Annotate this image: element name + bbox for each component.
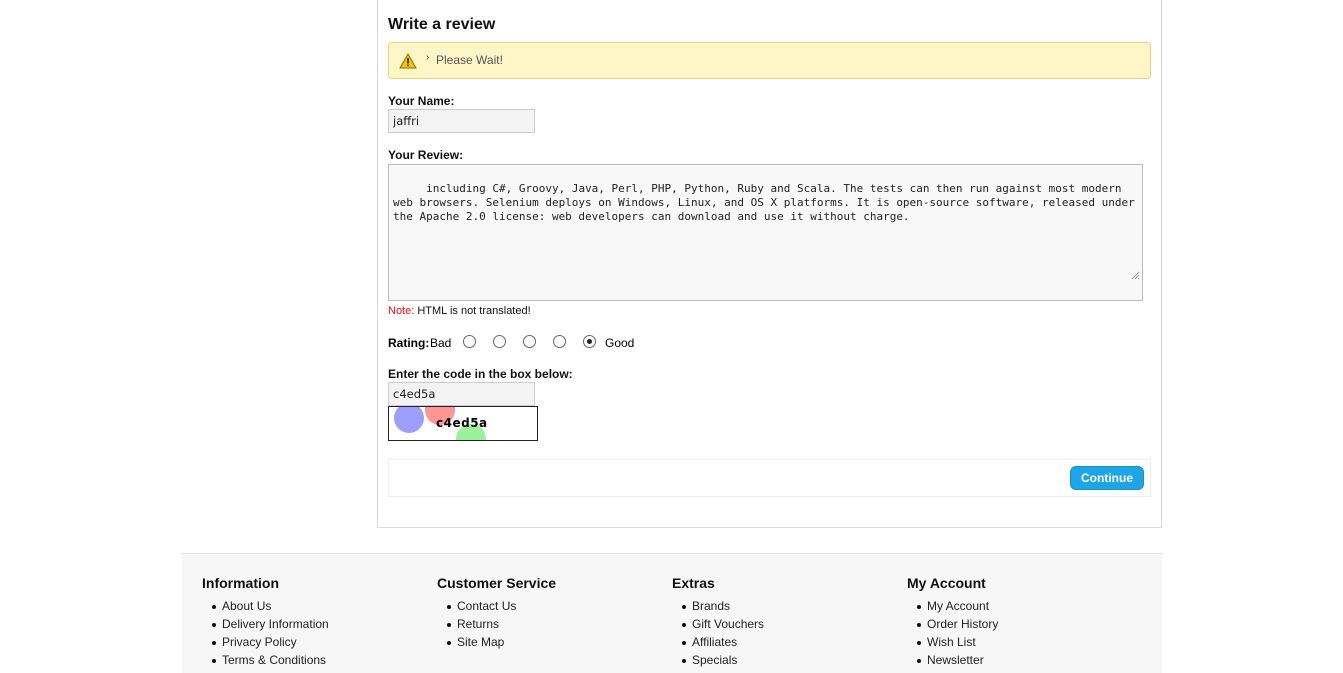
footer-heading: Extras (672, 575, 715, 591)
footer-column-customer-service: Customer Service Contact Us Returns Site… (437, 575, 657, 653)
warning-icon (399, 52, 417, 72)
footer-heading: My Account (907, 575, 986, 591)
resize-grip-icon[interactable] (1091, 256, 1140, 298)
footer-column-extras: Extras Brands Gift Vouchers Affiliates S… (672, 575, 892, 671)
footer-link[interactable]: Gift Vouchers (672, 617, 892, 635)
footer-heading: Information (202, 575, 279, 591)
rating-radio-4[interactable] (553, 335, 566, 348)
continue-button[interactable]: Continue (1070, 466, 1144, 490)
rating-label: Rating: (388, 336, 430, 350)
review-textarea[interactable]: including C#, Groovy, Java, Perl, PHP, P… (388, 164, 1143, 301)
button-bar: Continue (388, 459, 1151, 497)
rating-bad-label: Bad (430, 336, 452, 350)
footer-column-information: Information About Us Delivery Informatio… (202, 575, 422, 671)
footer-link[interactable]: Privacy Policy (202, 635, 422, 653)
footer-link[interactable]: Contact Us (437, 599, 657, 617)
review-title: Write a review (388, 16, 496, 33)
rating-radio-1[interactable] (463, 335, 476, 348)
review-text: including C#, Groovy, Java, Perl, PHP, P… (393, 182, 1142, 223)
name-input[interactable] (388, 109, 535, 133)
footer-link[interactable]: Affiliates (672, 635, 892, 653)
footer-link[interactable]: Specials (672, 653, 892, 671)
rating-good-label: Good (605, 336, 635, 350)
captcha-image: c4ed5a (388, 406, 538, 441)
attention-message: › Please Wait! (388, 42, 1151, 79)
captcha-label: Enter the code in the box below: (388, 367, 573, 381)
footer-link[interactable]: Returns (437, 617, 657, 635)
footer-link[interactable]: Terms & Conditions (202, 653, 422, 671)
captcha-code: c4ed5a (436, 416, 488, 430)
footer-link[interactable]: Delivery Information (202, 617, 422, 635)
html-note: Note: HTML is not translated! (388, 305, 531, 317)
footer-link[interactable]: My Account (907, 599, 1127, 617)
captcha-input[interactable] (388, 382, 535, 406)
rating-radio-2[interactable] (493, 335, 506, 348)
footer-column-my-account: My Account My Account Order History Wish… (907, 575, 1127, 671)
footer-link[interactable]: About Us (202, 599, 422, 617)
review-panel: Write a review › Please Wait! Your Name:… (377, 0, 1162, 528)
rating-radio-3[interactable] (523, 335, 536, 348)
name-label: Your Name: (388, 94, 455, 108)
review-label: Your Review: (388, 148, 464, 162)
footer-link[interactable]: Order History (907, 617, 1127, 635)
rating-radio-5[interactable] (583, 335, 596, 348)
please-wait-text: Please Wait! (436, 53, 503, 67)
note-label: Note: (388, 305, 415, 317)
footer-link[interactable]: Newsletter (907, 653, 1127, 671)
footer-link[interactable]: Site Map (437, 635, 657, 653)
footer: Information About Us Delivery Informatio… (182, 553, 1162, 673)
footer-link[interactable]: Wish List (907, 635, 1127, 653)
note-text: HTML is not translated! (414, 305, 531, 317)
footer-link[interactable]: Brands (672, 599, 892, 617)
footer-heading: Customer Service (437, 575, 557, 591)
loading-icon: › (426, 52, 430, 63)
